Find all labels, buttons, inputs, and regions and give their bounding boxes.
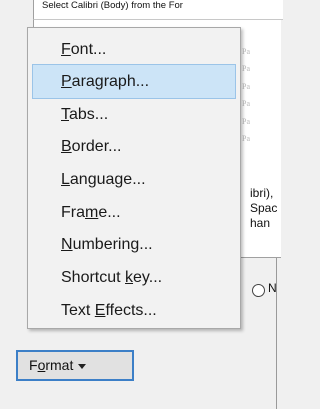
menu-item-accelerator: E	[94, 302, 106, 319]
menu-item-shortcut-key[interactable]: Shortcut key...	[32, 260, 236, 295]
format-menu: Font... Paragraph... Tabs... Border... L…	[27, 27, 241, 329]
menu-item-numbering[interactable]: Numbering...	[32, 227, 236, 262]
menu-item-label: order...	[71, 138, 122, 155]
radio-label: N	[268, 281, 277, 295]
menu-item-accelerator: F	[61, 41, 71, 58]
menu-item-accelerator: L	[61, 171, 70, 188]
format-button-label: rmat	[45, 357, 74, 373]
menu-item-accelerator: P	[61, 73, 72, 90]
description-text: han	[250, 216, 271, 230]
menu-item-label: Shortcut	[61, 269, 126, 286]
format-button[interactable]: Format	[16, 350, 134, 381]
menu-item-accelerator: B	[61, 138, 72, 155]
menu-item-accelerator: k	[125, 269, 134, 286]
menu-item-tabs[interactable]: Tabs...	[32, 97, 236, 132]
description-text: ibri),	[250, 186, 274, 200]
menu-item-label: anguage...	[69, 171, 146, 188]
menu-item-frame[interactable]: Frame...	[32, 195, 236, 230]
menu-item-paragraph[interactable]: Paragraph...	[32, 64, 236, 99]
menu-item-border[interactable]: Border...	[32, 129, 236, 164]
menu-item-label: Text	[61, 302, 95, 319]
menu-item-label: ont...	[70, 41, 107, 58]
menu-item-accelerator: N	[61, 236, 73, 253]
description-top-line: Select Calibri (Body) from the For	[33, 0, 283, 20]
menu-item-language[interactable]: Language...	[32, 162, 236, 197]
menu-item-label: abs...	[69, 106, 109, 123]
radio-button[interactable]	[252, 284, 265, 297]
menu-item-font[interactable]: Font...	[32, 32, 236, 67]
menu-item-label: Fra	[61, 204, 85, 221]
format-button-label: F	[29, 357, 38, 373]
menu-item-label: aragraph...	[71, 73, 150, 90]
menu-item-label: ey...	[133, 269, 163, 286]
menu-item-label: umbering...	[72, 236, 153, 253]
description-text: Spac	[250, 201, 278, 215]
menu-item-accelerator: T	[61, 106, 69, 123]
menu-item-label: ffects...	[105, 302, 157, 319]
dropdown-arrow-icon	[78, 363, 87, 369]
menu-item-label: e...	[98, 204, 121, 221]
menu-item-accelerator: m	[85, 204, 99, 221]
menu-item-text-effects[interactable]: Text Effects...	[32, 293, 236, 328]
